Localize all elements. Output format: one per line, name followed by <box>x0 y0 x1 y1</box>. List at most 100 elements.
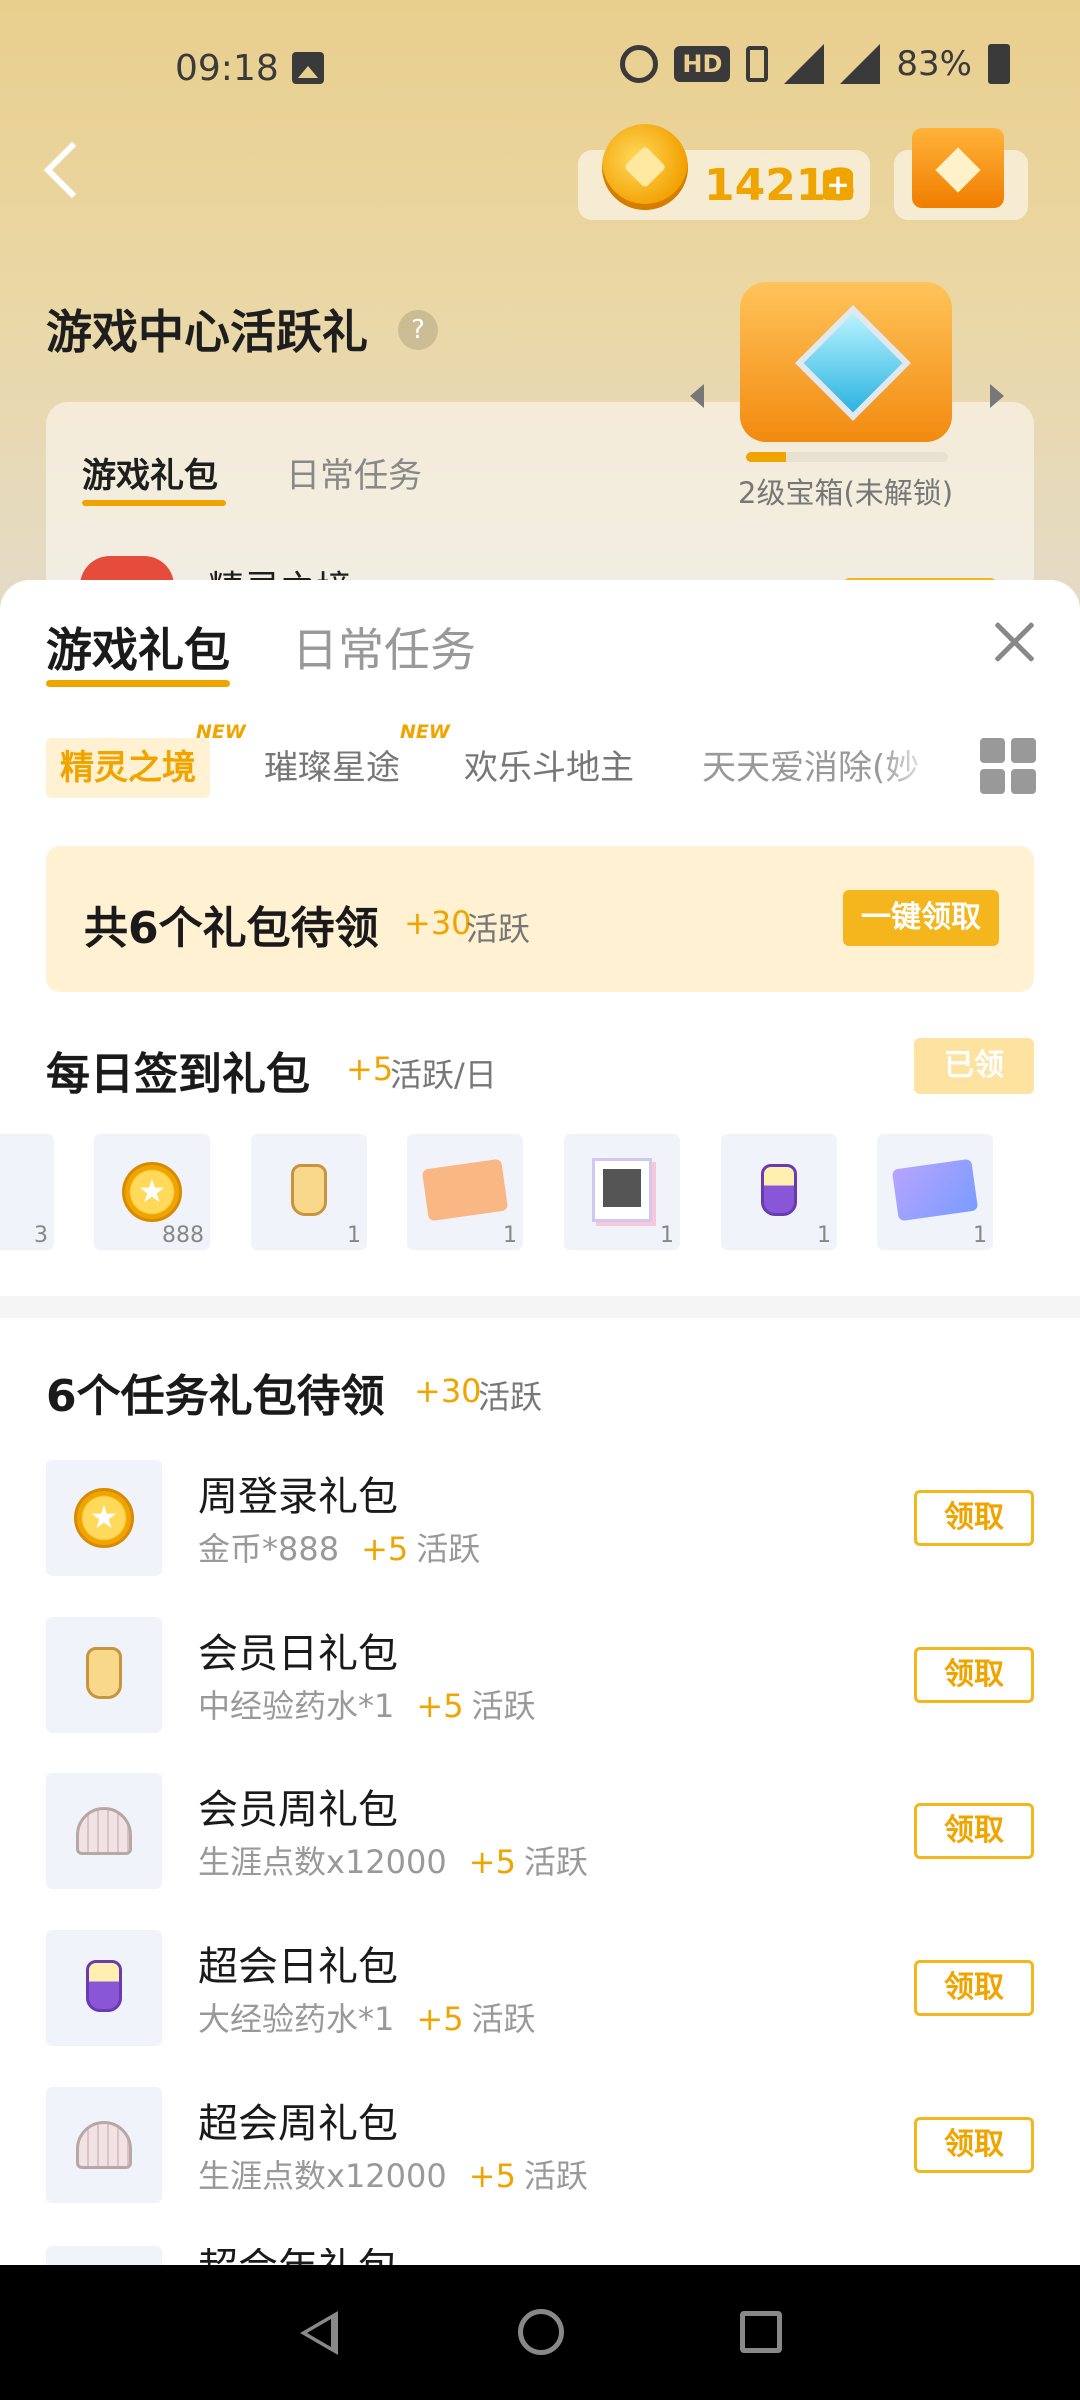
claim-button[interactable]: 领取 <box>914 1490 1034 1546</box>
partial-task-name: 超会年礼包 <box>198 2248 398 2266</box>
shell-icon <box>76 2121 132 2169</box>
moon-ticket-icon <box>891 1158 979 1222</box>
chest-next-icon[interactable] <box>990 384 1004 408</box>
exp-potion-icon <box>86 1647 122 1699</box>
task-name: 超会日礼包 <box>198 1944 398 1990</box>
task-icon-box <box>46 1460 162 1576</box>
daily-checkin-title: 每日签到礼包 <box>46 1049 310 1100</box>
nav-home-icon[interactable] <box>518 2309 564 2355</box>
background-page: 09:18 HD 83% 14213 + 游戏中心活跃礼 ? 游戏礼包 日常任务… <box>0 0 1080 662</box>
tab-game-gifts[interactable]: 游戏礼包 <box>46 614 230 680</box>
vibrate-icon <box>746 46 769 82</box>
nav-back-icon[interactable] <box>300 2311 338 2355</box>
daily-activity-unit: 活跃/日 <box>390 1056 497 1094</box>
game-tab-cuicanxingtu[interactable]: 璀璨星途 NEW <box>264 722 450 798</box>
task-icon-box <box>46 2087 162 2203</box>
reward-item: 1 <box>564 1134 680 1250</box>
page-title: 游戏中心活跃礼 <box>46 305 368 359</box>
task-reward: 生涯点数x12000 +5 活跃 <box>198 1843 588 1881</box>
list-item: 超会周礼包 生涯点数x12000 +5 活跃 领取 <box>46 2087 1034 2203</box>
claim-all-card: 共6个礼包待领 +30 活跃 一键领取 <box>46 846 1034 992</box>
game-tab-tiantianaixiaochu[interactable]: 天天爱消除(妙 <box>702 738 938 798</box>
task-reward: 大经验药水*1 +5 活跃 <box>198 2000 536 2038</box>
chest-label: 2级宝箱(未解锁) <box>738 476 954 510</box>
image-notification-icon <box>292 52 324 84</box>
claim-button[interactable]: 领取 <box>914 1960 1034 2016</box>
bg-tab-gift[interactable]: 游戏礼包 <box>82 448 218 497</box>
nav-recents-icon[interactable] <box>740 2311 782 2353</box>
task-name: 会员日礼包 <box>198 1631 398 1677</box>
coin-icon <box>602 124 688 210</box>
shell-icon <box>76 1807 132 1855</box>
ticket-icon <box>421 1158 509 1222</box>
task-icon-box <box>46 1617 162 1733</box>
list-item: 超会日礼包 大经验药水*1 +5 活跃 领取 <box>46 1930 1034 2046</box>
signal-icon-2 <box>840 44 881 84</box>
activity-unit: 活跃 <box>466 910 531 948</box>
game-tab-strip: 精灵之境 NEW 璀璨星途 NEW 欢乐斗地主 天天爱消除(妙 <box>46 722 976 806</box>
task-section-title: 6个任务礼包待领 <box>46 1371 385 1422</box>
task-name: 超会周礼包 <box>198 2101 398 2147</box>
add-coins-icon[interactable]: + <box>823 170 853 200</box>
game-tab-huanledoudizhu[interactable]: 欢乐斗地主 <box>464 738 634 798</box>
task-activity-unit: 活跃 <box>478 1378 543 1416</box>
pending-gifts-text: 共6个礼包待领 <box>84 903 379 954</box>
reward-item: 1 <box>251 1134 367 1250</box>
section-divider <box>0 1296 1080 1318</box>
bg-tab-daily[interactable]: 日常任务 <box>286 448 422 497</box>
purple-potion-icon <box>86 1960 122 2012</box>
task-reward: 金币*888 +5 活跃 <box>198 1530 481 1568</box>
task-reward: 中经验药水*1 +5 活跃 <box>198 1687 536 1725</box>
claim-button[interactable]: 领取 <box>914 1647 1034 1703</box>
task-icon-box <box>46 1930 162 2046</box>
alarm-icon <box>620 45 659 83</box>
game-tab-label: 精灵之境 <box>60 748 196 788</box>
hd-icon: HD <box>674 46 731 82</box>
game-tab-label: 天天爱消除(妙 <box>702 748 920 788</box>
claimed-button[interactable]: 已领 <box>914 1038 1034 1094</box>
claim-all-button[interactable]: 一键领取 <box>843 890 999 946</box>
game-tab-jinglingzhijing[interactable]: 精灵之境 NEW <box>46 722 246 798</box>
task-name: 周登录礼包 <box>198 1474 398 1520</box>
claim-button[interactable]: 领取 <box>914 2117 1034 2173</box>
tab-daily-tasks[interactable]: 日常任务 <box>292 614 476 680</box>
bg-tab-indicator <box>82 500 226 506</box>
partial-task-icon <box>46 2246 162 2266</box>
reward-item: 3 <box>0 1134 54 1250</box>
new-badge: NEW <box>196 721 246 743</box>
gold-coin-icon <box>74 1488 134 1548</box>
chest-icon <box>912 128 1004 208</box>
close-icon[interactable] <box>990 618 1038 666</box>
chest-progress-fill <box>746 452 787 462</box>
status-bar: 09:18 HD 83% <box>0 0 1080 140</box>
battery-icon <box>988 44 1010 84</box>
activity-plus: +30 <box>404 904 472 942</box>
status-time: 09:18 <box>175 48 279 89</box>
status-icons: HD 83% <box>620 44 1010 84</box>
chest-prev-icon[interactable] <box>690 384 704 408</box>
claim-button[interactable]: 领取 <box>914 1803 1034 1859</box>
game-tab-label: 欢乐斗地主 <box>464 748 634 788</box>
chest-progress-bar <box>746 452 948 462</box>
task-icon-box <box>46 1773 162 1889</box>
reward-item: 1 <box>721 1134 837 1250</box>
reward-item: 1 <box>877 1134 993 1250</box>
treasure-chest-icon[interactable] <box>740 282 952 442</box>
gift-sheet: 游戏礼包 日常任务 精灵之境 NEW 璀璨星途 NEW 欢乐斗地主 天天爱消除(… <box>0 580 1080 2265</box>
exp-potion-icon <box>291 1164 327 1216</box>
game-tab-label: 璀璨星途 <box>264 748 400 788</box>
task-activity-plus: +30 <box>414 1372 482 1410</box>
daily-reward-row[interactable]: 3 888 1 1 1 1 1 <box>0 1134 1080 1250</box>
list-item: 会员日礼包 中经验药水*1 +5 活跃 领取 <box>46 1617 1034 1733</box>
navigation-bar <box>0 2265 1080 2400</box>
task-reward: 生涯点数x12000 +5 活跃 <box>198 2157 588 2195</box>
photo-frame-icon <box>592 1158 652 1222</box>
task-name: 会员周礼包 <box>198 1787 398 1833</box>
list-item: 周登录礼包 金币*888+5活跃 领取 <box>46 1460 1034 1576</box>
back-arrow-icon[interactable] <box>40 140 84 200</box>
grid-menu-icon[interactable] <box>980 738 1036 794</box>
help-icon[interactable]: ? <box>398 310 438 350</box>
tab-indicator <box>46 680 230 687</box>
gold-coin-icon <box>122 1162 182 1222</box>
daily-activity-plus: +5 <box>346 1050 394 1088</box>
